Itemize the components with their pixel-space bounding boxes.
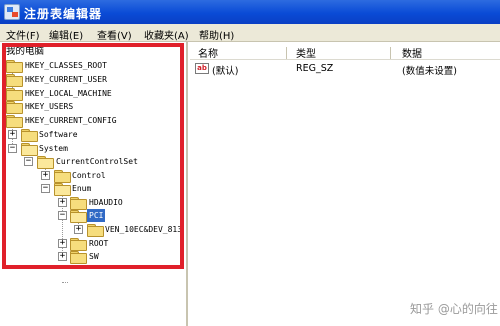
tree-item-label: HKEY_CURRENT_USER [25,75,107,84]
tree-item-label: System [39,144,68,153]
folder-icon [6,101,23,114]
expand-button[interactable]: + [58,251,67,261]
tree-item-currentcontrolset[interactable]: − CurrentControlSet [0,155,186,169]
menu-help[interactable]: 帮助(H) [199,27,234,42]
expand-button[interactable]: + [58,197,67,207]
collapse-button[interactable]: − [8,143,17,153]
folder-icon [6,60,23,73]
header-divider [190,59,500,60]
tree-item-hkey-current-user[interactable]: HKEY_CURRENT_USER [0,73,186,87]
column-header-name[interactable]: 名称 [198,45,218,60]
tree-item-label: HKEY_CURRENT_CONFIG [25,116,117,125]
tree-item-control[interactable]: + Control [0,169,186,183]
column-header-data[interactable]: 数据 [402,45,422,60]
list-header: 名称 类型 数据 [190,44,500,60]
string-value-icon: ab [195,63,209,74]
tree-line [62,282,68,283]
tree-item-software[interactable]: + Software [0,128,186,142]
menu-file[interactable]: 文件(F) [6,27,40,42]
value-data: (数值未设置) [402,66,457,77]
collapse-button[interactable]: − [58,210,67,220]
registry-tree[interactable]: 我的电脑 HKEY_CLASSES_ROOT HKEY_CURRENT_USER… [0,42,188,326]
tree-item-enum[interactable]: − Enum [0,182,186,196]
tree-item-label: Enum [72,184,92,193]
tree-item-label: Control [72,171,106,180]
expand-button[interactable]: + [74,224,83,234]
value-type: REG_SZ [296,63,334,74]
collapse-button[interactable]: − [24,156,33,166]
tree-item-label: HDAUDIO [89,198,123,207]
tree-item-label: HKEY_LOCAL_MACHINE [25,89,112,98]
open-folder-icon [37,156,54,169]
tree-item-label: SW [89,252,99,261]
registry-editor-icon [4,4,20,20]
title-bar: 注册表编辑器 [0,0,500,24]
tree-item-hkey-local-machine[interactable]: HKEY_LOCAL_MACHINE [0,87,186,101]
window-title: 注册表编辑器 [24,7,103,21]
folder-icon [6,115,23,128]
tree-item-hdaudio[interactable]: + HDAUDIO [0,196,186,210]
value-list[interactable]: 名称 类型 数据 ab (默认) REG_SZ (数值未设置) [190,42,500,326]
expand-button[interactable]: + [58,238,67,248]
column-divider[interactable] [286,47,287,59]
folder-icon [70,197,87,210]
menu-view[interactable]: 查看(V) [97,27,132,42]
expand-button[interactable]: + [41,170,50,180]
open-folder-icon [70,210,87,223]
folder-icon [87,224,104,237]
folder-icon [54,170,71,183]
expand-button[interactable]: + [8,129,17,139]
value-name: (默认) [212,66,239,77]
folder-icon [70,238,87,251]
tree-item-label: HKEY_CLASSES_ROOT [25,61,107,70]
folder-icon [6,74,23,87]
tree-root-label: 我的电脑 [6,46,45,57]
folder-icon [70,251,87,264]
watermark: 知乎 @心的向往 [410,302,498,316]
tree-item-root[interactable]: + ROOT [0,237,186,251]
folder-icon [6,88,23,101]
column-header-type[interactable]: 类型 [296,45,316,60]
tree-item-label: VEN_10EC&DEV_813 [105,225,183,234]
collapse-button[interactable]: − [41,183,50,193]
tree-item-label-selected: PCI [87,209,106,222]
tree-item-label: CurrentControlSet [56,157,138,166]
tree-item-label: ROOT [89,239,109,248]
tree-item-pci[interactable]: − PCI [0,209,186,223]
tree-item-hkey-current-config[interactable]: HKEY_CURRENT_CONFIG [0,114,186,128]
tree-item-hkey-classes-root[interactable]: HKEY_CLASSES_ROOT [0,59,186,73]
tree-item-label: Software [39,130,78,139]
open-folder-icon [21,143,38,156]
tree-item-ven-10ec-dev-813[interactable]: + VEN_10EC&DEV_813 [0,223,186,237]
menu-edit[interactable]: 编辑(E) [49,27,83,42]
menu-favorites[interactable]: 收藏夹(A) [144,27,189,42]
tree-item-sw[interactable]: + SW [0,250,186,264]
value-row[interactable]: ab (默认) REG_SZ (数值未设置) [190,62,500,77]
tree-root-my-computer[interactable]: 我的电脑 [0,45,186,58]
tree-item-label: HKEY_USERS [25,102,74,111]
menu-bar: 文件(F) 编辑(E) 查看(V) 收藏夹(A) 帮助(H) [0,24,500,42]
tree-item-hkey-users[interactable]: HKEY_USERS [0,100,186,114]
column-divider[interactable] [390,47,391,59]
tree-item-system[interactable]: − System [0,142,186,156]
open-folder-icon [54,183,71,196]
folder-icon [21,129,38,142]
